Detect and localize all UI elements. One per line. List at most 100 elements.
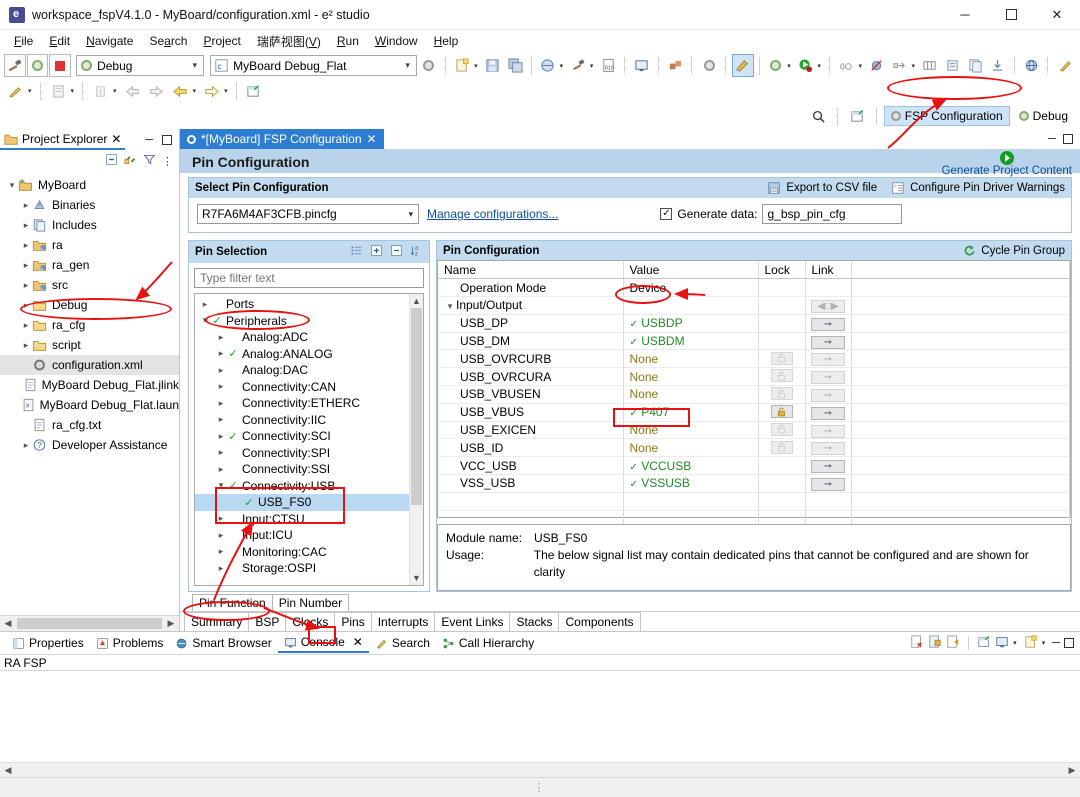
- perspective-fsp-configuration[interactable]: FSP Configuration: [883, 106, 1010, 126]
- pin-selection-tree-item[interactable]: ✓ USB_FS0: [195, 494, 409, 511]
- pin-selection-tree-item[interactable]: ▸ Storage:OSPI: [195, 560, 409, 577]
- chevron-right-icon[interactable]: ▸: [20, 240, 32, 251]
- menu-file[interactable]: File: [6, 32, 41, 50]
- generate-data-checkbox[interactable]: ✓: [660, 208, 673, 220]
- pin-selection-tree-item[interactable]: ▸ ✓ Analog:ANALOG: [195, 346, 409, 363]
- menu-edit[interactable]: Edit: [41, 32, 78, 50]
- chevron-right-icon[interactable]: ▸: [20, 220, 32, 231]
- external-tools-icon[interactable]: 0: [836, 54, 858, 77]
- chevron-right-icon[interactable]: ▸: [199, 299, 211, 310]
- editor-minimize-icon[interactable]: ─: [1048, 133, 1056, 145]
- project-tree-item[interactable]: configuration.xml: [0, 355, 179, 375]
- pin-selection-tree-item[interactable]: ▾ ✓ Connectivity:USB: [195, 478, 409, 495]
- menu-window[interactable]: Window: [367, 32, 426, 50]
- link-button[interactable]: ➞: [811, 317, 845, 331]
- column-header-lock[interactable]: Lock: [758, 261, 806, 280]
- editor-bottom-tab[interactable]: Event Links: [434, 612, 511, 631]
- editor-bottom-tab[interactable]: Stacks: [509, 612, 560, 631]
- chevron-right-icon[interactable]: ▸: [215, 332, 227, 343]
- pin-selection-tree-item[interactable]: ▸ ✓ Connectivity:SCI: [195, 428, 409, 445]
- new-console-view-icon[interactable]: [1024, 634, 1038, 652]
- chevron-right-icon[interactable]: ▸: [215, 348, 227, 359]
- pin-selection-tree-item[interactable]: ▸ Connectivity:SPI: [195, 445, 409, 462]
- generate-project-content-button[interactable]: Generate Project Content: [942, 151, 1072, 177]
- menu-project[interactable]: Project: [195, 32, 248, 50]
- chevron-right-icon[interactable]: ▸: [20, 340, 32, 351]
- scroll-up-icon[interactable]: ▲: [410, 294, 423, 308]
- stop-icon[interactable]: [49, 54, 72, 77]
- link-button[interactable]: ➞: [811, 460, 845, 474]
- chevron-right-icon[interactable]: ▸: [215, 546, 227, 557]
- chevron-right-icon[interactable]: ▸: [215, 414, 227, 425]
- forward-icon[interactable]: [145, 80, 168, 103]
- pencil-icon[interactable]: [1054, 54, 1076, 77]
- pin-configurator-icon[interactable]: [731, 54, 754, 77]
- project-tree-item[interactable]: ▸ script: [0, 335, 179, 355]
- pin-selection-tree-item[interactable]: ▸ Connectivity:IIC: [195, 412, 409, 429]
- editor-bottom-tab[interactable]: Components: [558, 612, 641, 631]
- chevron-right-icon[interactable]: ▸: [20, 200, 32, 211]
- chevron-down-icon[interactable]: ▾: [6, 180, 18, 191]
- collapse-all-icon[interactable]: [105, 153, 118, 169]
- new-window-icon[interactable]: [242, 80, 265, 103]
- project-tree[interactable]: ▾ MyBoard ▸ Binaries ▸ Includes ▸ c ra ▸ c ra_gen ▸ c…: [0, 171, 179, 615]
- pin-selection-tree-item[interactable]: ▸ Connectivity:ETHERC: [195, 395, 409, 412]
- project-tree-item[interactable]: ▸ Includes: [0, 215, 179, 235]
- settings-gear-icon[interactable]: [698, 54, 720, 77]
- export-to-csv-button[interactable]: Export to CSV file: [767, 181, 877, 195]
- close-icon[interactable]: ✕: [367, 132, 377, 146]
- pin-selection-tree-item[interactable]: ▸ Input:CTSU: [195, 511, 409, 528]
- cell-value[interactable]: None: [623, 367, 759, 387]
- chevron-right-icon[interactable]: ▸: [215, 398, 227, 409]
- chevron-right-icon[interactable]: ▸: [20, 280, 32, 291]
- menu-navigate[interactable]: Navigate: [78, 32, 141, 50]
- build-project-icon[interactable]: [537, 54, 559, 77]
- pin-selection-tree-item[interactable]: ▸ Analog:ADC: [195, 329, 409, 346]
- chevron-down-icon[interactable]: ▾: [215, 480, 227, 491]
- perspective-debug[interactable]: Debug: [1013, 107, 1074, 125]
- column-header-value[interactable]: Value: [623, 261, 759, 280]
- scroll-left-icon[interactable]: ◀: [0, 618, 16, 629]
- chevron-right-icon[interactable]: ▸: [215, 431, 227, 442]
- table-row[interactable]: VSS_USB ✓ VSSUSB ➞: [438, 474, 1070, 493]
- chevron-down-icon[interactable]: ▾: [71, 87, 75, 95]
- cell-value[interactable]: ✓ VCCUSB: [623, 456, 759, 476]
- scroll-right-icon[interactable]: ▶: [1064, 765, 1080, 776]
- vscroll-track[interactable]: [410, 308, 423, 571]
- cell-value[interactable]: ✓ P407: [623, 403, 759, 422]
- scroll-down-icon[interactable]: ▼: [410, 571, 423, 585]
- chevron-down-icon[interactable]: ▾: [224, 87, 228, 95]
- menu-renesas-views[interactable]: 瑞萨视图(V): [249, 31, 329, 52]
- tab-pin-function[interactable]: Pin Function: [192, 594, 273, 611]
- project-tree-item[interactable]: ▸ c ra: [0, 235, 179, 255]
- expand-all-icon[interactable]: [370, 244, 383, 260]
- launch-config-settings-icon[interactable]: [418, 54, 440, 77]
- tab-project-explorer[interactable]: Project Explorer ✕: [0, 130, 126, 150]
- project-tree-item[interactable]: ▸ ra_cfg: [0, 315, 179, 335]
- cycle-pin-group-button[interactable]: Cycle Pin Group: [963, 244, 1065, 257]
- table-row[interactable]: ▾ Input/Output ◀□▶: [438, 296, 1070, 315]
- editor-bottom-tab[interactable]: Clocks: [285, 612, 336, 631]
- back-history-icon[interactable]: [169, 80, 192, 103]
- close-button[interactable]: ✕: [1034, 0, 1080, 30]
- debug-launch-icon[interactable]: [765, 54, 787, 77]
- tab-properties[interactable]: Properties: [6, 634, 90, 652]
- pin-selection-tree-item[interactable]: ▾ ✓ Peripherals: [195, 313, 409, 330]
- editor-bottom-tab[interactable]: Interrupts: [370, 612, 436, 631]
- editor-bottom-tab[interactable]: Summary: [184, 612, 250, 631]
- edit-pencil-icon[interactable]: [4, 80, 27, 103]
- project-tree-item[interactable]: ▸ Debug: [0, 295, 179, 315]
- cell-value[interactable]: ✓ VSSUSB: [623, 474, 759, 493]
- project-tree-item[interactable]: ▾ MyBoard: [0, 175, 179, 195]
- next-annotation-icon[interactable]: [89, 80, 112, 103]
- save-icon[interactable]: [482, 54, 504, 77]
- configure-pin-driver-warnings-button[interactable]: Configure Pin Driver Warnings: [891, 181, 1065, 195]
- chevron-down-icon[interactable]: ▾: [199, 315, 211, 326]
- tab-call-hierarchy[interactable]: Call Hierarchy: [436, 634, 540, 652]
- package-icon[interactable]: [665, 54, 687, 77]
- build-icon[interactable]: [4, 54, 26, 77]
- project-tree-item[interactable]: MyBoard Debug_Flat.jlink: [0, 375, 179, 395]
- new-file-icon[interactable]: [451, 54, 473, 77]
- scroll-right-icon[interactable]: ▶: [163, 618, 179, 629]
- pin-selection-tree-item[interactable]: ▸ Monitoring:CAC: [195, 544, 409, 561]
